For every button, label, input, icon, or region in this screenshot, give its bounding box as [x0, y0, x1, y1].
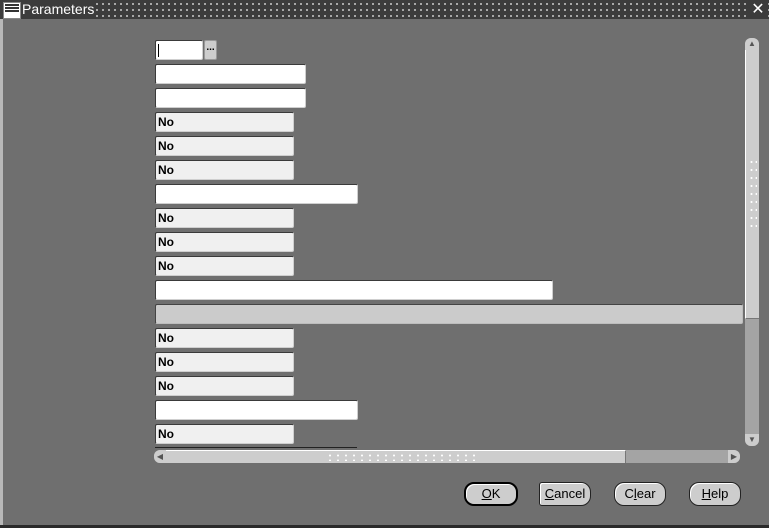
- grip-icon: [326, 453, 481, 461]
- vertical-scroll-thumb[interactable]: [745, 50, 759, 319]
- forecast-designator-input[interactable]: [155, 184, 358, 204]
- cancel-label-post: ancel: [554, 486, 586, 501]
- horizontal-scroll-thumb[interactable]: [166, 450, 626, 463]
- sales-forecast-select[interactable]: No: [155, 232, 294, 252]
- manufacturing-forecast-select[interactable]: No: [155, 160, 294, 180]
- oracle-app-icon: [3, 2, 21, 19]
- data-stream-name-input[interactable]: [155, 280, 553, 300]
- scroll-left-icon[interactable]: ◀: [154, 450, 166, 463]
- calendar-input[interactable]: [155, 400, 358, 420]
- ok-accelerator: O: [481, 486, 492, 501]
- stream-designator-input: [155, 304, 743, 324]
- title-bar[interactable]: Parameters ✕: [0, 0, 769, 19]
- close-icon[interactable]: ✕: [750, 0, 766, 19]
- uom-data-value: No: [158, 355, 174, 369]
- currency-data-value: No: [158, 331, 174, 345]
- time-data-select[interactable]: No: [155, 376, 294, 396]
- window-title: Parameters: [22, 1, 95, 17]
- manufacturing-forecast-value: No: [158, 163, 174, 177]
- from-date-input[interactable]: [155, 64, 306, 84]
- help-label-post: elp: [711, 486, 729, 501]
- time-data-value: No: [158, 379, 174, 393]
- ok-button[interactable]: OK: [464, 482, 518, 506]
- sales-forecast-value: No: [158, 235, 174, 249]
- vertical-scrollbar[interactable]: ▲ ▼: [745, 38, 759, 446]
- to-date-input[interactable]: [155, 88, 306, 108]
- cancel-button[interactable]: Cancel: [539, 482, 591, 506]
- scroll-up-icon[interactable]: ▲: [745, 38, 759, 50]
- custom-data-select[interactable]: No: [155, 256, 294, 276]
- clear-label-pre: C: [624, 486, 634, 501]
- sales-opportunity-select[interactable]: No: [155, 208, 294, 228]
- scroll-down-icon[interactable]: ▼: [745, 434, 759, 446]
- shipment-data-select[interactable]: No: [155, 112, 294, 132]
- booking-data-value: No: [158, 139, 174, 153]
- pricing-data-select[interactable]: No: [155, 424, 294, 444]
- help-accelerator: H: [701, 486, 712, 501]
- instance-lov-button[interactable]: ...: [204, 40, 217, 60]
- booking-data-select[interactable]: No: [155, 136, 294, 156]
- scroll-right-icon[interactable]: ▶: [728, 450, 740, 463]
- pricing-data-value: No: [158, 427, 174, 441]
- clear-label-post: ear: [636, 486, 656, 501]
- currency-data-select[interactable]: No: [155, 328, 294, 348]
- ok-label-post: K: [491, 486, 501, 501]
- grip-icon: [749, 158, 757, 230]
- custom-data-value: No: [158, 259, 174, 273]
- divider: [155, 447, 357, 448]
- window-frame-left: [0, 19, 3, 528]
- sales-opportunity-value: No: [158, 211, 174, 225]
- clear-button[interactable]: Clear: [614, 482, 666, 506]
- uom-data-select[interactable]: No: [155, 352, 294, 372]
- horizontal-scrollbar[interactable]: ◀ ▶: [154, 450, 740, 463]
- help-button[interactable]: Help: [689, 482, 741, 506]
- shipment-data-value: No: [158, 115, 174, 129]
- text-cursor: [158, 44, 159, 57]
- cancel-accelerator: C: [544, 486, 555, 501]
- instance-input[interactable]: [155, 40, 203, 60]
